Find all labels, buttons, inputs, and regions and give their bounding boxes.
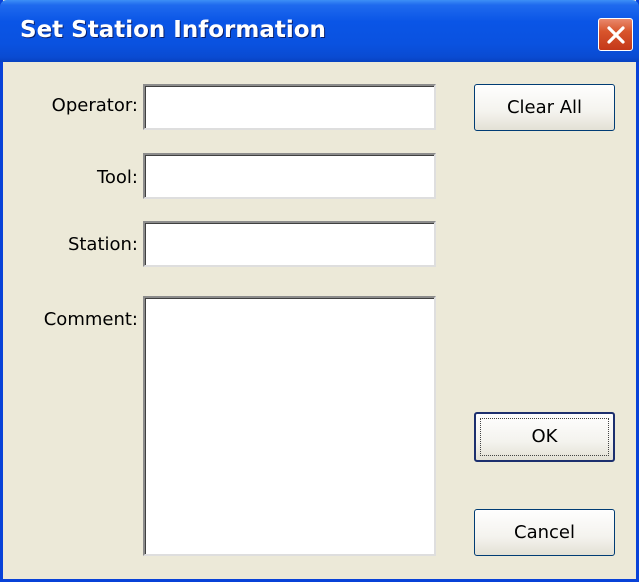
close-button[interactable] — [598, 18, 633, 51]
comment-field[interactable] — [143, 296, 436, 556]
station-field[interactable] — [143, 221, 436, 267]
station-label: Station: — [67, 234, 138, 255]
cancel-button[interactable]: Cancel — [474, 509, 615, 556]
close-icon — [607, 26, 625, 44]
dialog-window: Set Station Information Operator: Tool: … — [0, 0, 639, 582]
tool-label: Tool: — [96, 167, 138, 188]
focus-rectangle — [480, 418, 609, 456]
comment-label: Comment: — [43, 309, 138, 330]
ok-button[interactable]: OK — [474, 412, 615, 462]
operator-field[interactable] — [143, 84, 436, 130]
window-title: Set Station Information — [20, 17, 326, 43]
operator-label: Operator: — [51, 95, 138, 116]
tool-field[interactable] — [143, 153, 436, 199]
title-bar[interactable]: Set Station Information — [0, 0, 639, 62]
clear-all-button[interactable]: Clear All — [474, 84, 615, 131]
